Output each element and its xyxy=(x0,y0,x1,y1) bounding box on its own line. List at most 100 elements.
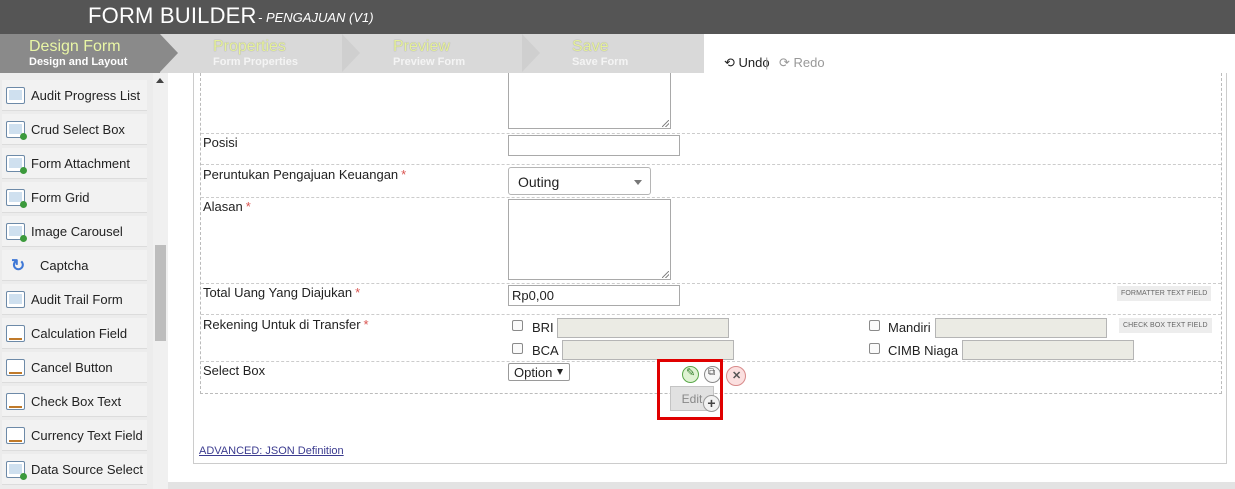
alasan-textarea[interactable] xyxy=(508,199,671,280)
total-input[interactable]: Rp0,00 xyxy=(508,285,680,306)
palette-item-currency-text-field[interactable]: Currency Text Field xyxy=(2,420,147,451)
checkbox-bca[interactable] xyxy=(512,343,523,354)
palette-scroll-thumb[interactable] xyxy=(155,245,166,341)
row-divider xyxy=(201,283,1221,284)
redo-icon: ⟳ xyxy=(779,55,790,70)
wizard-steps: Design Form Design and Layout Properties… xyxy=(0,34,704,73)
peruntukan-label-text: Peruntukan Pengajuan Keuangan xyxy=(203,167,399,182)
palette-item-data-source-select[interactable]: Data Source Select xyxy=(2,454,147,485)
step-arrow xyxy=(160,34,178,72)
bank-label-mandiri: Mandiri xyxy=(888,320,931,335)
step-label: Preview xyxy=(393,38,450,55)
bri-account-input[interactable] xyxy=(557,318,729,338)
palette-item-label: Cancel Button xyxy=(31,360,113,375)
palette-item-captcha[interactable]: ↻ Captcha xyxy=(2,250,147,281)
palette-item-cancel-button[interactable]: Cancel Button xyxy=(2,352,147,383)
recaptcha-icon: ↻ xyxy=(11,256,26,275)
field-type-badge: FORMATTER TEXT FIELD xyxy=(1117,286,1212,301)
text-field-icon xyxy=(6,427,25,444)
step-arrow xyxy=(342,34,360,72)
step-save[interactable]: Save Save Form xyxy=(542,34,702,73)
grid-icon xyxy=(6,87,25,104)
palette-item-label: Check Box Text xyxy=(31,394,122,409)
text-field-icon xyxy=(6,393,25,410)
grid-icon xyxy=(6,291,25,308)
palette-item-form-grid[interactable]: Form Grid xyxy=(2,182,147,213)
delete-element-icon[interactable] xyxy=(726,366,746,386)
palette-item-crud-select-box[interactable]: Crud Select Box xyxy=(2,114,147,145)
palette-item-label: Calculation Field xyxy=(31,326,128,341)
bca-account-input[interactable] xyxy=(562,340,734,360)
cimb-niaga-account-input[interactable] xyxy=(962,340,1134,360)
palette-item-label: Form Grid xyxy=(31,190,90,205)
step-sublabel: Design and Layout xyxy=(29,56,128,68)
required-mark: * xyxy=(355,285,361,300)
total-label-text: Total Uang Yang Diajukan xyxy=(203,285,353,300)
horizontal-scrollbar[interactable] xyxy=(168,482,1235,489)
advanced-json-link[interactable]: ADVANCED: JSON Definition xyxy=(199,445,344,457)
peruntukan-label: Peruntukan Pengajuan Keuangan * xyxy=(203,167,406,182)
row-divider xyxy=(201,197,1221,198)
posisi-input[interactable] xyxy=(508,135,680,156)
bank-label-bri: BRI xyxy=(532,320,554,335)
palette-item-label: Audit Progress List xyxy=(31,88,141,103)
total-label: Total Uang Yang Diajukan * xyxy=(203,285,360,300)
selectbox-label: Select Box xyxy=(203,363,266,378)
palette-item-image-carousel[interactable]: Image Carousel xyxy=(2,216,147,247)
palette-item-calculation-field[interactable]: Calculation Field xyxy=(2,318,147,349)
option-select[interactable]: Option xyxy=(508,363,570,381)
palette-item-label: Data Source Select xyxy=(31,462,144,477)
mandiri-account-input[interactable] xyxy=(935,318,1107,338)
checkbox-cimb-niaga[interactable] xyxy=(869,343,880,354)
row-divider xyxy=(201,133,1221,134)
app-header: FORM BUILDER - PENGAJUAN (V1) xyxy=(0,0,1235,34)
chevron-down-icon xyxy=(557,369,563,375)
scroll-up-arrow-icon[interactable] xyxy=(156,78,164,83)
rekening-label-text: Rekening Untuk di Transfer xyxy=(203,317,361,332)
carousel-icon xyxy=(6,223,27,242)
history-toolbar: ⟲ Undo | ⟳ Redo xyxy=(704,34,1235,73)
step-label: Design Form xyxy=(29,38,121,55)
checkbox-bri[interactable] xyxy=(512,320,523,331)
palette-item-label: Captcha xyxy=(40,258,89,273)
step-label: Properties xyxy=(213,38,286,55)
alasan-label: Alasan * xyxy=(203,199,251,214)
palette-item-form-attachment[interactable]: Form Attachment xyxy=(2,148,147,179)
required-mark: * xyxy=(363,317,369,332)
palette-item-label: Audit Trail Form xyxy=(31,292,123,307)
option-selected-value: Option xyxy=(514,365,553,380)
undo-icon: ⟲ xyxy=(724,55,735,70)
previous-field-textarea[interactable] xyxy=(508,73,671,129)
step-properties[interactable]: Properties Form Properties xyxy=(180,34,340,73)
element-palette: Audit Progress List Crud Select Box Form… xyxy=(0,73,168,489)
palette-item-audit-trail-form[interactable]: Audit Trail Form xyxy=(2,284,147,315)
palette-item-label: Currency Text Field xyxy=(31,428,143,443)
step-preview[interactable]: Preview Preview Form xyxy=(362,34,522,73)
redo-button[interactable]: ⟳ Redo xyxy=(779,55,825,71)
step-arrow xyxy=(522,34,540,72)
history-separator: | xyxy=(765,55,769,70)
required-mark: * xyxy=(401,167,407,182)
text-field-icon xyxy=(6,325,25,342)
app-title: FORM BUILDER xyxy=(88,3,257,28)
form-grid-icon xyxy=(6,189,27,208)
step-sublabel: Form Properties xyxy=(213,56,298,68)
palette-item-check-box-text[interactable]: Check Box Text xyxy=(2,386,147,417)
palette-item-audit-progress-list[interactable]: Audit Progress List xyxy=(2,80,147,111)
select-box-icon xyxy=(6,461,27,480)
palette-item-label: Crud Select Box xyxy=(31,122,125,137)
step-design-form[interactable]: Design Form Design and Layout xyxy=(0,34,160,73)
checkbox-mandiri[interactable] xyxy=(869,320,880,331)
peruntukan-selected-value: Outing xyxy=(518,174,560,190)
bank-label-cimb-niaga: CIMB Niaga xyxy=(888,343,959,358)
required-mark: * xyxy=(245,199,251,214)
select-box-icon xyxy=(6,121,27,140)
undo-button[interactable]: ⟲ Undo xyxy=(724,55,770,71)
highlight-annotation xyxy=(657,359,723,420)
step-label: Save xyxy=(572,38,609,55)
bank-label-bca: BCA xyxy=(532,343,559,358)
peruntukan-select[interactable]: Outing xyxy=(508,167,651,195)
form-name: - PENGAJUAN (V1) xyxy=(258,10,374,25)
field-type-badge: CHECK BOX TEXT FIELD xyxy=(1119,318,1212,333)
step-sublabel: Save Form xyxy=(572,56,629,68)
